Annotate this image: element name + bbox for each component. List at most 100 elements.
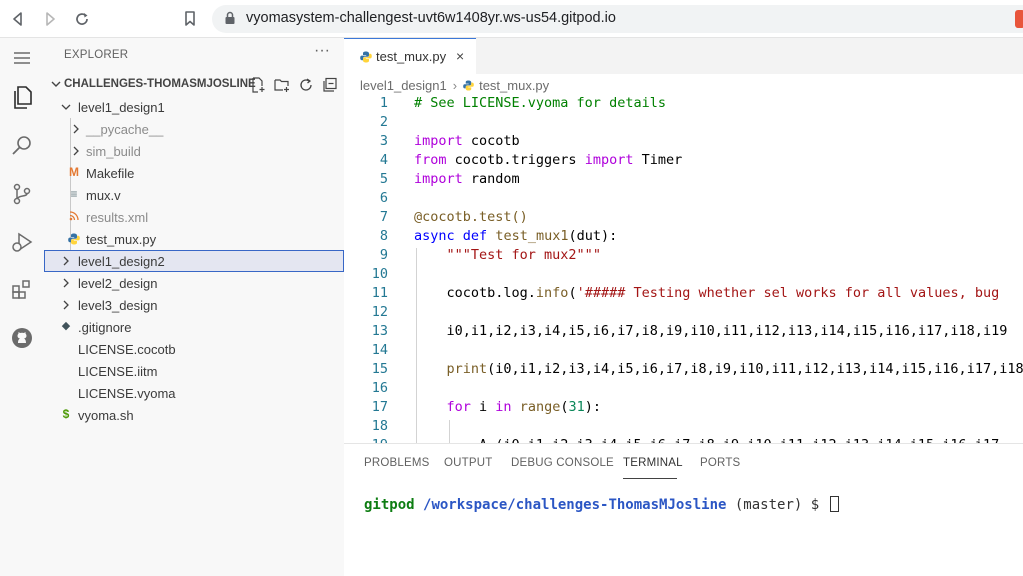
collapse-all-icon[interactable] <box>322 77 338 93</box>
code-token: range <box>519 399 561 415</box>
line-number: 16 <box>371 380 388 396</box>
code-line[interactable]: 1 # See LICENSE.vyoma for details <box>344 95 1023 114</box>
editor-tabs: test_mux.py × <box>344 38 1023 74</box>
forward-arrow-icon <box>46 12 55 26</box>
tab-ports[interactable]: PORTS <box>700 457 740 469</box>
line-text: import random <box>414 171 520 187</box>
code-token: for <box>446 399 471 415</box>
code-token: from <box>414 152 447 168</box>
code-line[interactable]: 8 async def test_mux1(dut): <box>344 228 1023 247</box>
chevron-right-icon <box>63 256 69 266</box>
line-text: async def test_mux1(dut): <box>414 228 617 244</box>
tree-item-test-mux-py[interactable]: test_mux.py <box>44 228 344 250</box>
code-line[interactable]: 6 <box>344 190 1023 209</box>
code-line[interactable]: 13 i0,i1,i2,i3,i4,i5,i6,i7,i8,i9,i10,i11… <box>344 323 1023 342</box>
code-line[interactable]: 16 <box>344 380 1023 399</box>
python-icon <box>68 233 80 245</box>
tree-item-pycache[interactable]: __pycache__ <box>44 118 344 140</box>
code-token: info <box>535 285 569 301</box>
code-line[interactable]: 15 print(i0,i1,i2,i3,i4,i5,i6,i7,i8,i9,i… <box>344 361 1023 380</box>
tree-item-results-xml[interactable]: results.xml <box>44 206 344 228</box>
code-line[interactable]: 9 """Test for mux2""" <box>344 247 1023 266</box>
new-folder-icon[interactable] <box>274 77 290 93</box>
line-number: 2 <box>379 114 388 130</box>
run-debug-activity[interactable] <box>0 222 44 262</box>
tree-item-label: vyoma.sh <box>78 408 134 423</box>
code-line[interactable]: 12 <box>344 304 1023 323</box>
tree-item-label: level2_design <box>78 276 158 291</box>
line-text: print(i0,i1,i2,i3,i4,i5,i6,i7,i8,i9,i10,… <box>414 361 1023 377</box>
extension-icon[interactable] <box>1015 10 1023 28</box>
tab-debug-console[interactable]: DEBUG CONSOLE <box>511 457 614 469</box>
back-button[interactable] <box>8 9 28 29</box>
breadcrumb-folder[interactable]: level1_design1 <box>360 78 447 93</box>
code-line[interactable]: 7 @cocotb.test() <box>344 209 1023 228</box>
code-line[interactable]: 11 cocotb.log.info('##### Testing whethe… <box>344 285 1023 304</box>
line-number: 13 <box>371 323 388 339</box>
workspace-header[interactable]: CHALLENGES-THOMASMJOSLINE <box>44 74 344 96</box>
source-control-activity[interactable] <box>0 174 44 214</box>
search-activity[interactable] <box>0 126 44 166</box>
python-icon <box>463 80 474 91</box>
chevron-right-icon <box>63 300 69 310</box>
tree-item-mux-v[interactable]: ≡ mux.v <box>44 184 344 206</box>
terminal-cursor <box>829 496 839 512</box>
extensions-icon <box>12 280 30 299</box>
url-text: vyomasystem-challengest-uvt6w1408yr.ws-u… <box>246 10 616 26</box>
tree-item-license-vyoma[interactable]: LICENSE.vyoma <box>44 382 344 404</box>
tree-item-license-iitm[interactable]: LICENSE.iitm <box>44 360 344 382</box>
line-text: # See LICENSE.vyoma for details <box>414 95 666 111</box>
tab-terminal[interactable]: TERMINAL <box>623 457 683 469</box>
code-line[interactable]: 17 for i in range(31): <box>344 399 1023 418</box>
more-actions-button[interactable]: ··· <box>314 42 330 60</box>
tree-item-level3-design[interactable]: level3_design <box>44 294 344 316</box>
tree-item-label: results.xml <box>86 210 149 225</box>
code-token: i0,i1,i2,i3,i4,i5,i6,i7,i8,i9,i10,i11,i1… <box>414 323 1008 339</box>
tab-output[interactable]: OUTPUT <box>444 457 492 469</box>
code-line[interactable]: 5 import random <box>344 171 1023 190</box>
tab-problems[interactable]: PROBLEMS <box>364 457 430 469</box>
code-line[interactable]: 14 <box>344 342 1023 361</box>
address-bar[interactable]: vyomasystem-challengest-uvt6w1408yr.ws-u… <box>212 5 1023 33</box>
tree-item-sim-build[interactable]: sim_build <box>44 140 344 162</box>
tab-test-mux-py[interactable]: test_mux.py × <box>344 38 476 74</box>
code-editor[interactable]: 1 # See LICENSE.vyoma for details 2 3 import… <box>344 95 1023 443</box>
new-file-icon[interactable] <box>250 77 266 93</box>
breadcrumb-file[interactable]: test_mux.py <box>479 78 549 93</box>
code-line[interactable]: 4 from cocotb.triggers import Timer <box>344 152 1023 171</box>
refresh-icon[interactable] <box>298 77 314 93</box>
github-activity[interactable] <box>0 318 44 358</box>
tree-item-level1-design2[interactable]: level1_design2 <box>44 250 344 272</box>
menu-button[interactable] <box>0 38 44 78</box>
tree-item-label: __pycache__ <box>86 122 164 137</box>
terminal-user: gitpod <box>364 497 415 513</box>
code-line[interactable]: 18 <box>344 418 1023 437</box>
line-number: 5 <box>379 171 388 187</box>
tree-item-license-cocotb[interactable]: LICENSE.cocotb <box>44 338 344 360</box>
tab-label: test_mux.py <box>376 49 447 64</box>
terminal-branch: (master) $ <box>726 497 828 513</box>
bookmark-button[interactable] <box>180 9 200 29</box>
tree-item-level1-design1[interactable]: level1_design1 <box>44 96 344 118</box>
tree-item-makefile[interactable]: M Makefile <box>44 162 344 184</box>
code-line[interactable]: 10 <box>344 266 1023 285</box>
tree-item-gitignore[interactable]: ◆ .gitignore <box>44 316 344 338</box>
line-number: 12 <box>371 304 388 320</box>
editor-area: test_mux.py × level1_design1 › test_mux.py… <box>344 38 1023 443</box>
close-tab-button[interactable]: × <box>456 48 464 64</box>
breadcrumb-separator: › <box>452 78 458 93</box>
explorer-sidebar: EXPLORER ··· CHALLENGES-THOMASMJOSLINE l… <box>44 38 344 576</box>
terminal[interactable]: gitpod /workspace/challenges-ThomasMJosl… <box>364 496 839 513</box>
shell-icon: $ <box>62 407 70 421</box>
line-text: from cocotb.triggers import Timer <box>414 152 682 168</box>
forward-button[interactable] <box>40 9 60 29</box>
explorer-activity[interactable] <box>0 78 44 118</box>
tree-item-vyoma-sh[interactable]: $ vyoma.sh <box>44 404 344 426</box>
extensions-activity[interactable] <box>0 270 44 310</box>
code-line[interactable]: 3 import cocotb <box>344 133 1023 152</box>
code-line[interactable]: 2 <box>344 114 1023 133</box>
line-number: 9 <box>379 247 388 263</box>
reload-button[interactable] <box>72 9 92 29</box>
tree-item-level2-design[interactable]: level2_design <box>44 272 344 294</box>
